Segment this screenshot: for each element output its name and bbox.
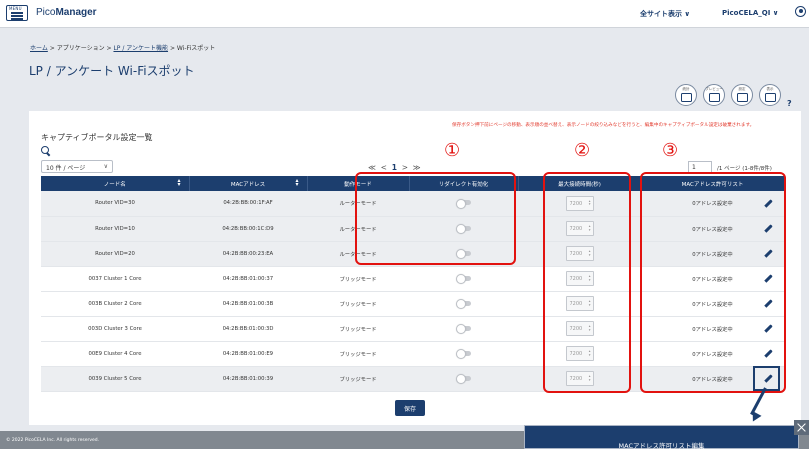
preview-icon-button[interactable]: プレビュー xyxy=(703,84,725,106)
operation-mode: ブリッジモード xyxy=(307,291,409,317)
node-name: 003D Cluster 3 Core xyxy=(41,316,189,342)
column-header-mac[interactable]: MACアドレス ▴ ▾ xyxy=(189,176,308,191)
breadcrumb-separator: > xyxy=(106,45,112,52)
annotation-box-mode-redirect xyxy=(355,172,516,265)
settings-icon-button[interactable]: 設定 xyxy=(731,84,753,106)
node-name: Router VID=10 xyxy=(41,216,189,242)
operation-mode: ブリッジモード xyxy=(307,316,409,342)
mac-address: 04:2B:BB:01:00:3B xyxy=(189,291,307,317)
node-name: Router VID=30 xyxy=(41,191,189,217)
redirect-toggle[interactable] xyxy=(455,299,471,309)
column-header-label: ノード名 xyxy=(103,181,126,188)
current-page[interactable]: 1 xyxy=(392,163,397,172)
icon-caption: 表示 xyxy=(766,87,774,91)
help-icon[interactable]: ? xyxy=(787,99,792,108)
user-menu-dropdown[interactable]: PicoCELA_QI ∨ xyxy=(722,9,778,17)
node-name: 0039 Cluster 5 Core xyxy=(41,366,189,392)
logo-prefix: Pico xyxy=(36,7,56,18)
all-sites-dropdown[interactable]: 全サイト表示 ∨ xyxy=(640,9,690,19)
close-icon[interactable] xyxy=(794,420,809,435)
mac-address: 04:2B:BB:00:23:EA xyxy=(189,241,307,267)
annotation-box-allowlist xyxy=(640,172,786,393)
icon-caption: 設定 xyxy=(738,87,746,91)
redirect-toggle[interactable] xyxy=(455,274,471,284)
last-page-button[interactable]: ≫ xyxy=(413,163,421,172)
operation-mode: ブリッジモード xyxy=(307,366,409,392)
breadcrumb-separator: > xyxy=(169,45,175,52)
app-logo[interactable]: PicoManager xyxy=(36,7,97,18)
settings-icon xyxy=(737,93,748,102)
list-icon-button[interactable]: 表示 xyxy=(759,84,781,106)
mac-address: 04:2B:BB:01:00:39 xyxy=(189,366,307,392)
redirect-toggle[interactable] xyxy=(455,324,471,334)
page-info: /1 ページ (1-8件/8件) xyxy=(717,166,772,172)
dialog-title: MACアドレス許可リスト編集 xyxy=(618,442,705,449)
menu-icon-bar xyxy=(11,12,23,14)
unsaved-warning: 保存ボタン押下前にページの移動、表示順の並べ替え、表示ノードの絞り込みなどを行う… xyxy=(452,123,755,128)
per-page-select[interactable]: 10 件 / ページ ∨ xyxy=(41,160,113,173)
column-header-node[interactable]: ノード名 ▴ ▾ xyxy=(41,176,190,191)
node-name: 0037 Cluster 1 Core xyxy=(41,266,189,292)
operation-mode: ブリッジモード xyxy=(307,341,409,367)
redirect-cell xyxy=(409,266,518,292)
list-title: キャプティブポータル設定一覧 xyxy=(41,133,153,142)
breadcrumb-wifi: Wi-Fiスポット xyxy=(176,45,216,52)
app-header: MENU PicoManager 全サイト表示 ∨ PicoCELA_QI ∨ xyxy=(0,0,809,28)
sort-icon[interactable]: ▴ ▾ xyxy=(177,178,180,188)
breadcrumb: ホーム > アプリケーション > LP / アンケート機能 > Wi-Fiスポッ… xyxy=(30,43,215,52)
user-icon[interactable] xyxy=(795,6,806,17)
node-name: 003B Cluster 2 Core xyxy=(41,291,189,317)
node-name: 00E9 Cluster 4 Core xyxy=(41,341,189,367)
annotation-marker-3: ③ xyxy=(662,140,679,161)
icon-caption: プレビュー xyxy=(705,87,723,91)
first-page-button[interactable]: ≪ xyxy=(368,163,376,172)
annotation-box-maxtime xyxy=(543,172,631,393)
redirect-cell xyxy=(409,366,518,392)
mac-address: 04:2B:BB:01:00:3D xyxy=(189,316,307,342)
list-icon xyxy=(765,93,776,102)
redirect-toggle[interactable] xyxy=(455,349,471,359)
chart-icon-button[interactable]: 統計 xyxy=(675,84,697,106)
menu-icon-bar xyxy=(11,18,23,20)
pagination: ≪ < 1 > ≫ xyxy=(368,163,421,172)
mac-address: 04:2B:BB:01:00:E9 xyxy=(189,341,307,367)
annotation-marker-1: ① xyxy=(444,140,461,161)
search-icon[interactable] xyxy=(41,146,50,155)
menu-button[interactable]: MENU xyxy=(6,5,28,21)
save-button[interactable]: 保存 xyxy=(395,400,425,416)
sort-icon[interactable]: ▴ ▾ xyxy=(295,178,298,188)
menu-icon-bar xyxy=(11,15,23,17)
icon-caption: 統計 xyxy=(682,87,690,91)
breadcrumb-lp[interactable]: LP / アンケート機能 xyxy=(113,45,168,52)
footer-copyright: © 2022 PicoCELA Inc. All rights reserved… xyxy=(6,438,100,443)
mac-address: 04:2B:BB:00:1C:D9 xyxy=(189,216,307,242)
mac-address: 04:2B:BB:00:1F:AF xyxy=(189,191,307,217)
per-page-value: 10 件 / ページ xyxy=(46,165,86,172)
column-header-label: MACアドレス xyxy=(230,181,266,188)
preview-icon xyxy=(709,93,720,102)
highlight-box-pencil xyxy=(753,366,780,391)
chevron-down-icon: ∨ xyxy=(103,163,108,170)
menu-label: MENU xyxy=(9,6,22,11)
redirect-toggle[interactable] xyxy=(455,374,471,384)
redirect-cell xyxy=(409,291,518,317)
page-title: LP / アンケート Wi-Fiスポット xyxy=(29,64,195,78)
breadcrumb-application: アプリケーション xyxy=(56,45,105,52)
operation-mode: ブリッジモード xyxy=(307,266,409,292)
chart-icon xyxy=(681,93,692,102)
annotation-marker-2: ② xyxy=(574,140,591,161)
breadcrumb-home[interactable]: ホーム xyxy=(30,45,48,52)
next-page-button[interactable]: > xyxy=(402,163,408,172)
redirect-cell xyxy=(409,341,518,367)
node-name: Router VID=20 xyxy=(41,241,189,267)
prev-page-button[interactable]: < xyxy=(381,163,387,172)
logo-suffix: Manager xyxy=(55,7,97,18)
redirect-cell xyxy=(409,316,518,342)
breadcrumb-separator: > xyxy=(49,45,55,52)
mac-address: 04:2B:BB:01:00:37 xyxy=(189,266,307,292)
allowlist-edit-dialog: MACアドレス許可リスト編集 xyxy=(524,425,799,449)
